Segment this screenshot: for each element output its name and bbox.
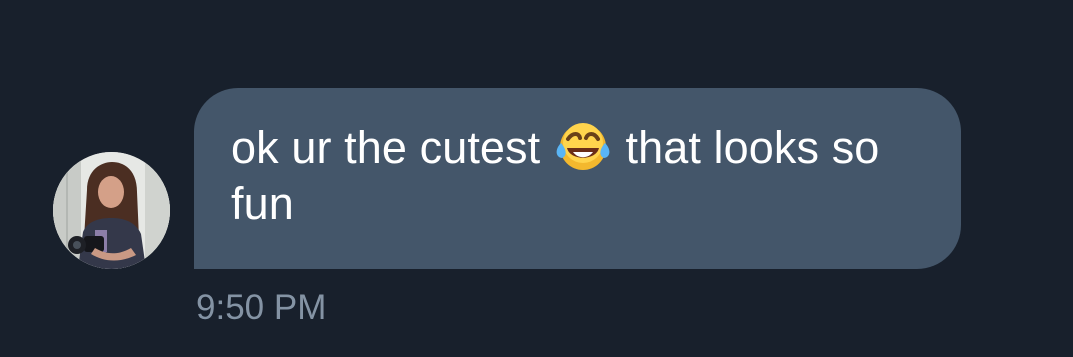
message-text-before-emoji: ok ur the cutest bbox=[231, 122, 553, 173]
face-with-tears-of-joy-icon bbox=[553, 121, 613, 173]
sender-avatar[interactable] bbox=[53, 152, 170, 269]
profile-photo bbox=[53, 152, 170, 269]
message-timestamp: 9:50 PM bbox=[196, 288, 327, 327]
message-bubble[interactable]: ok ur the cutest that looks so fun bbox=[194, 88, 961, 269]
chat-thread: ok ur the cutest that looks so fun 9:50 … bbox=[0, 0, 1073, 357]
message-text: ok ur the cutest that looks so fun bbox=[231, 120, 931, 232]
